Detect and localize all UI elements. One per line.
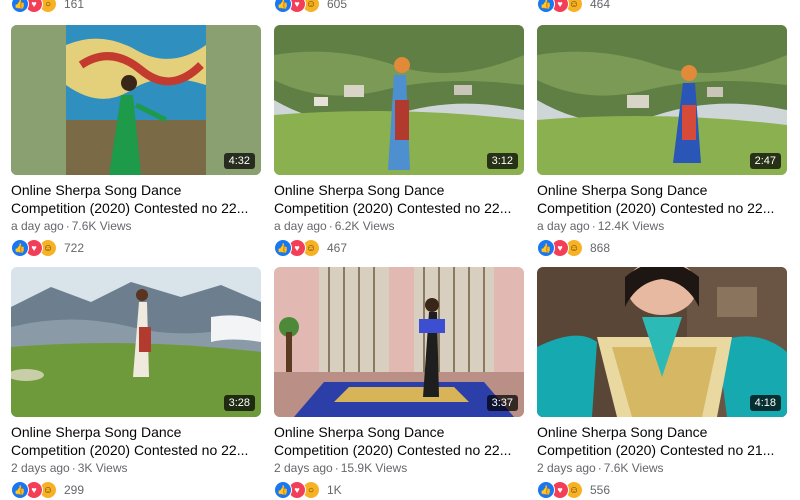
reaction-icons: 👍 ♥ ○ (274, 481, 320, 499)
like-icon: 👍 (11, 481, 29, 499)
upload-age: a day ago (537, 219, 590, 233)
video-title-line2[interactable]: Competition (2020) Contested no 22... (11, 441, 261, 459)
video-meta: 2 days ago · 7.6K Views (537, 461, 787, 477)
video-title-line1[interactable]: Online Sherpa Song Dance (537, 423, 787, 441)
duration-badge: 3:37 (486, 395, 518, 411)
separator: · (328, 219, 333, 233)
reaction-icons: 👍 ♥ ☺ (11, 481, 57, 499)
like-icon: 👍 (537, 481, 555, 499)
thumbnail-image (537, 267, 787, 417)
like-icon: 👍 (274, 481, 292, 499)
video-title-line2[interactable]: Competition (2020) Contested no 22... (11, 199, 261, 217)
like-icon: 👍 (537, 239, 555, 257)
like-icon: 👍 (274, 0, 292, 13)
video-meta: 2 days ago · 3K Views (11, 461, 261, 477)
view-count: 6.2K Views (334, 219, 395, 233)
video-meta: 2 days ago · 15.9K Views (274, 461, 524, 477)
reaction-count: 605 (327, 0, 348, 11)
top-reactions-1[interactable]: 👍 ♥ ○ 161 (11, 0, 84, 14)
like-icon: 👍 (274, 239, 292, 257)
video-meta: a day ago · 12.4K Views (537, 219, 787, 235)
video-card[interactable]: 4:32 Online Sherpa Song Dance Competitio… (11, 25, 261, 257)
video-thumbnail[interactable]: 3:12 (274, 25, 524, 175)
video-title-line1[interactable]: Online Sherpa Song Dance (274, 181, 524, 199)
video-card[interactable]: 4:18 Online Sherpa Song Dance Competitio… (537, 267, 787, 499)
like-icon: 👍 (11, 239, 29, 257)
upload-age: a day ago (274, 219, 327, 233)
view-count: 7.6K Views (603, 461, 664, 475)
reactions-row[interactable]: 👍 ♥ ☺ 556 (537, 481, 787, 499)
reaction-icons: 👍 ♥ ☺ (537, 239, 583, 257)
reaction-icons: 👍 ♥ ○ (11, 0, 57, 13)
duration-badge: 4:32 (223, 153, 255, 169)
view-count: 7.6K Views (71, 219, 132, 233)
reaction-icons: 👍 ♥ ☺ (537, 0, 583, 13)
duration-badge: 2:47 (749, 153, 781, 169)
video-thumbnail[interactable]: 4:18 (537, 267, 787, 417)
reactions-row[interactable]: 👍 ♥ ☺ 868 (537, 239, 787, 257)
upload-age: 2 days ago (11, 461, 70, 475)
like-icon: 👍 (11, 0, 29, 13)
upload-age: 2 days ago (274, 461, 333, 475)
video-title-line2[interactable]: Competition (2020) Contested no 22... (274, 199, 524, 217)
video-title-line2[interactable]: Competition (2020) Contested no 22... (537, 199, 787, 217)
thumbnail-image (274, 267, 524, 417)
reaction-count: 161 (64, 0, 85, 11)
view-count: 3K Views (77, 461, 128, 475)
video-thumbnail[interactable]: 2:47 (537, 25, 787, 175)
thumbnail-image (11, 267, 261, 417)
separator: · (597, 461, 602, 475)
reactions-row[interactable]: 👍 ♥ ○ 1K (274, 481, 524, 499)
thumbnail-image (537, 25, 787, 175)
reaction-count: 722 (64, 241, 85, 255)
video-title-line1[interactable]: Online Sherpa Song Dance (537, 181, 787, 199)
video-meta: a day ago · 7.6K Views (11, 219, 261, 235)
reaction-icons: 👍 ♥ ☺ (11, 239, 57, 257)
video-title-line1[interactable]: Online Sherpa Song Dance (274, 423, 524, 441)
reactions-row[interactable]: 👍 ♥ ☺ 722 (11, 239, 261, 257)
reaction-count: 868 (590, 241, 611, 255)
reactions-row[interactable]: 👍 ♥ ☺ 467 (274, 239, 524, 257)
reaction-icons: 👍 ♥ ☺ (274, 239, 320, 257)
upload-age: 2 days ago (537, 461, 596, 475)
view-count: 12.4K Views (597, 219, 665, 233)
view-count: 15.9K Views (340, 461, 408, 475)
reaction-count: 464 (590, 0, 611, 11)
separator: · (334, 461, 339, 475)
separator: · (591, 219, 596, 233)
video-card[interactable]: 3:28 Online Sherpa Song Dance Competitio… (11, 267, 261, 499)
duration-badge: 3:28 (223, 395, 255, 411)
reaction-count: 556 (590, 483, 611, 497)
video-thumbnail[interactable]: 3:28 (11, 267, 261, 417)
upload-age: a day ago (11, 219, 64, 233)
top-reactions-3[interactable]: 👍 ♥ ☺ 464 (537, 0, 610, 14)
video-meta: a day ago · 6.2K Views (274, 219, 524, 235)
duration-badge: 4:18 (749, 395, 781, 411)
video-card[interactable]: 2:47 Online Sherpa Song Dance Competitio… (537, 25, 787, 257)
video-thumbnail[interactable]: 3:37 (274, 267, 524, 417)
video-title-line1[interactable]: Online Sherpa Song Dance (11, 423, 261, 441)
thumbnail-image (11, 25, 261, 175)
reactions-row[interactable]: 👍 ♥ ☺ 299 (11, 481, 261, 499)
duration-badge: 3:12 (486, 153, 518, 169)
reaction-count: 299 (64, 483, 85, 497)
video-title-line1[interactable]: Online Sherpa Song Dance (11, 181, 261, 199)
video-title-line2[interactable]: Competition (2020) Contested no 21... (537, 441, 787, 459)
like-icon: 👍 (537, 0, 555, 13)
reaction-count: 1K (327, 483, 342, 497)
separator: · (71, 461, 76, 475)
reaction-icons: 👍 ♥ ☺ (274, 0, 320, 13)
top-reactions-2[interactable]: 👍 ♥ ☺ 605 (274, 0, 347, 14)
thumbnail-image (274, 25, 524, 175)
reaction-icons: 👍 ♥ ☺ (537, 481, 583, 499)
video-title-line2[interactable]: Competition (2020) Contested no 22... (274, 441, 524, 459)
video-card[interactable]: 3:12 Online Sherpa Song Dance Competitio… (274, 25, 524, 257)
video-thumbnail[interactable]: 4:32 (11, 25, 261, 175)
separator: · (65, 219, 70, 233)
reaction-count: 467 (327, 241, 348, 255)
video-card[interactable]: 3:37 Online Sherpa Song Dance Competitio… (274, 267, 524, 499)
